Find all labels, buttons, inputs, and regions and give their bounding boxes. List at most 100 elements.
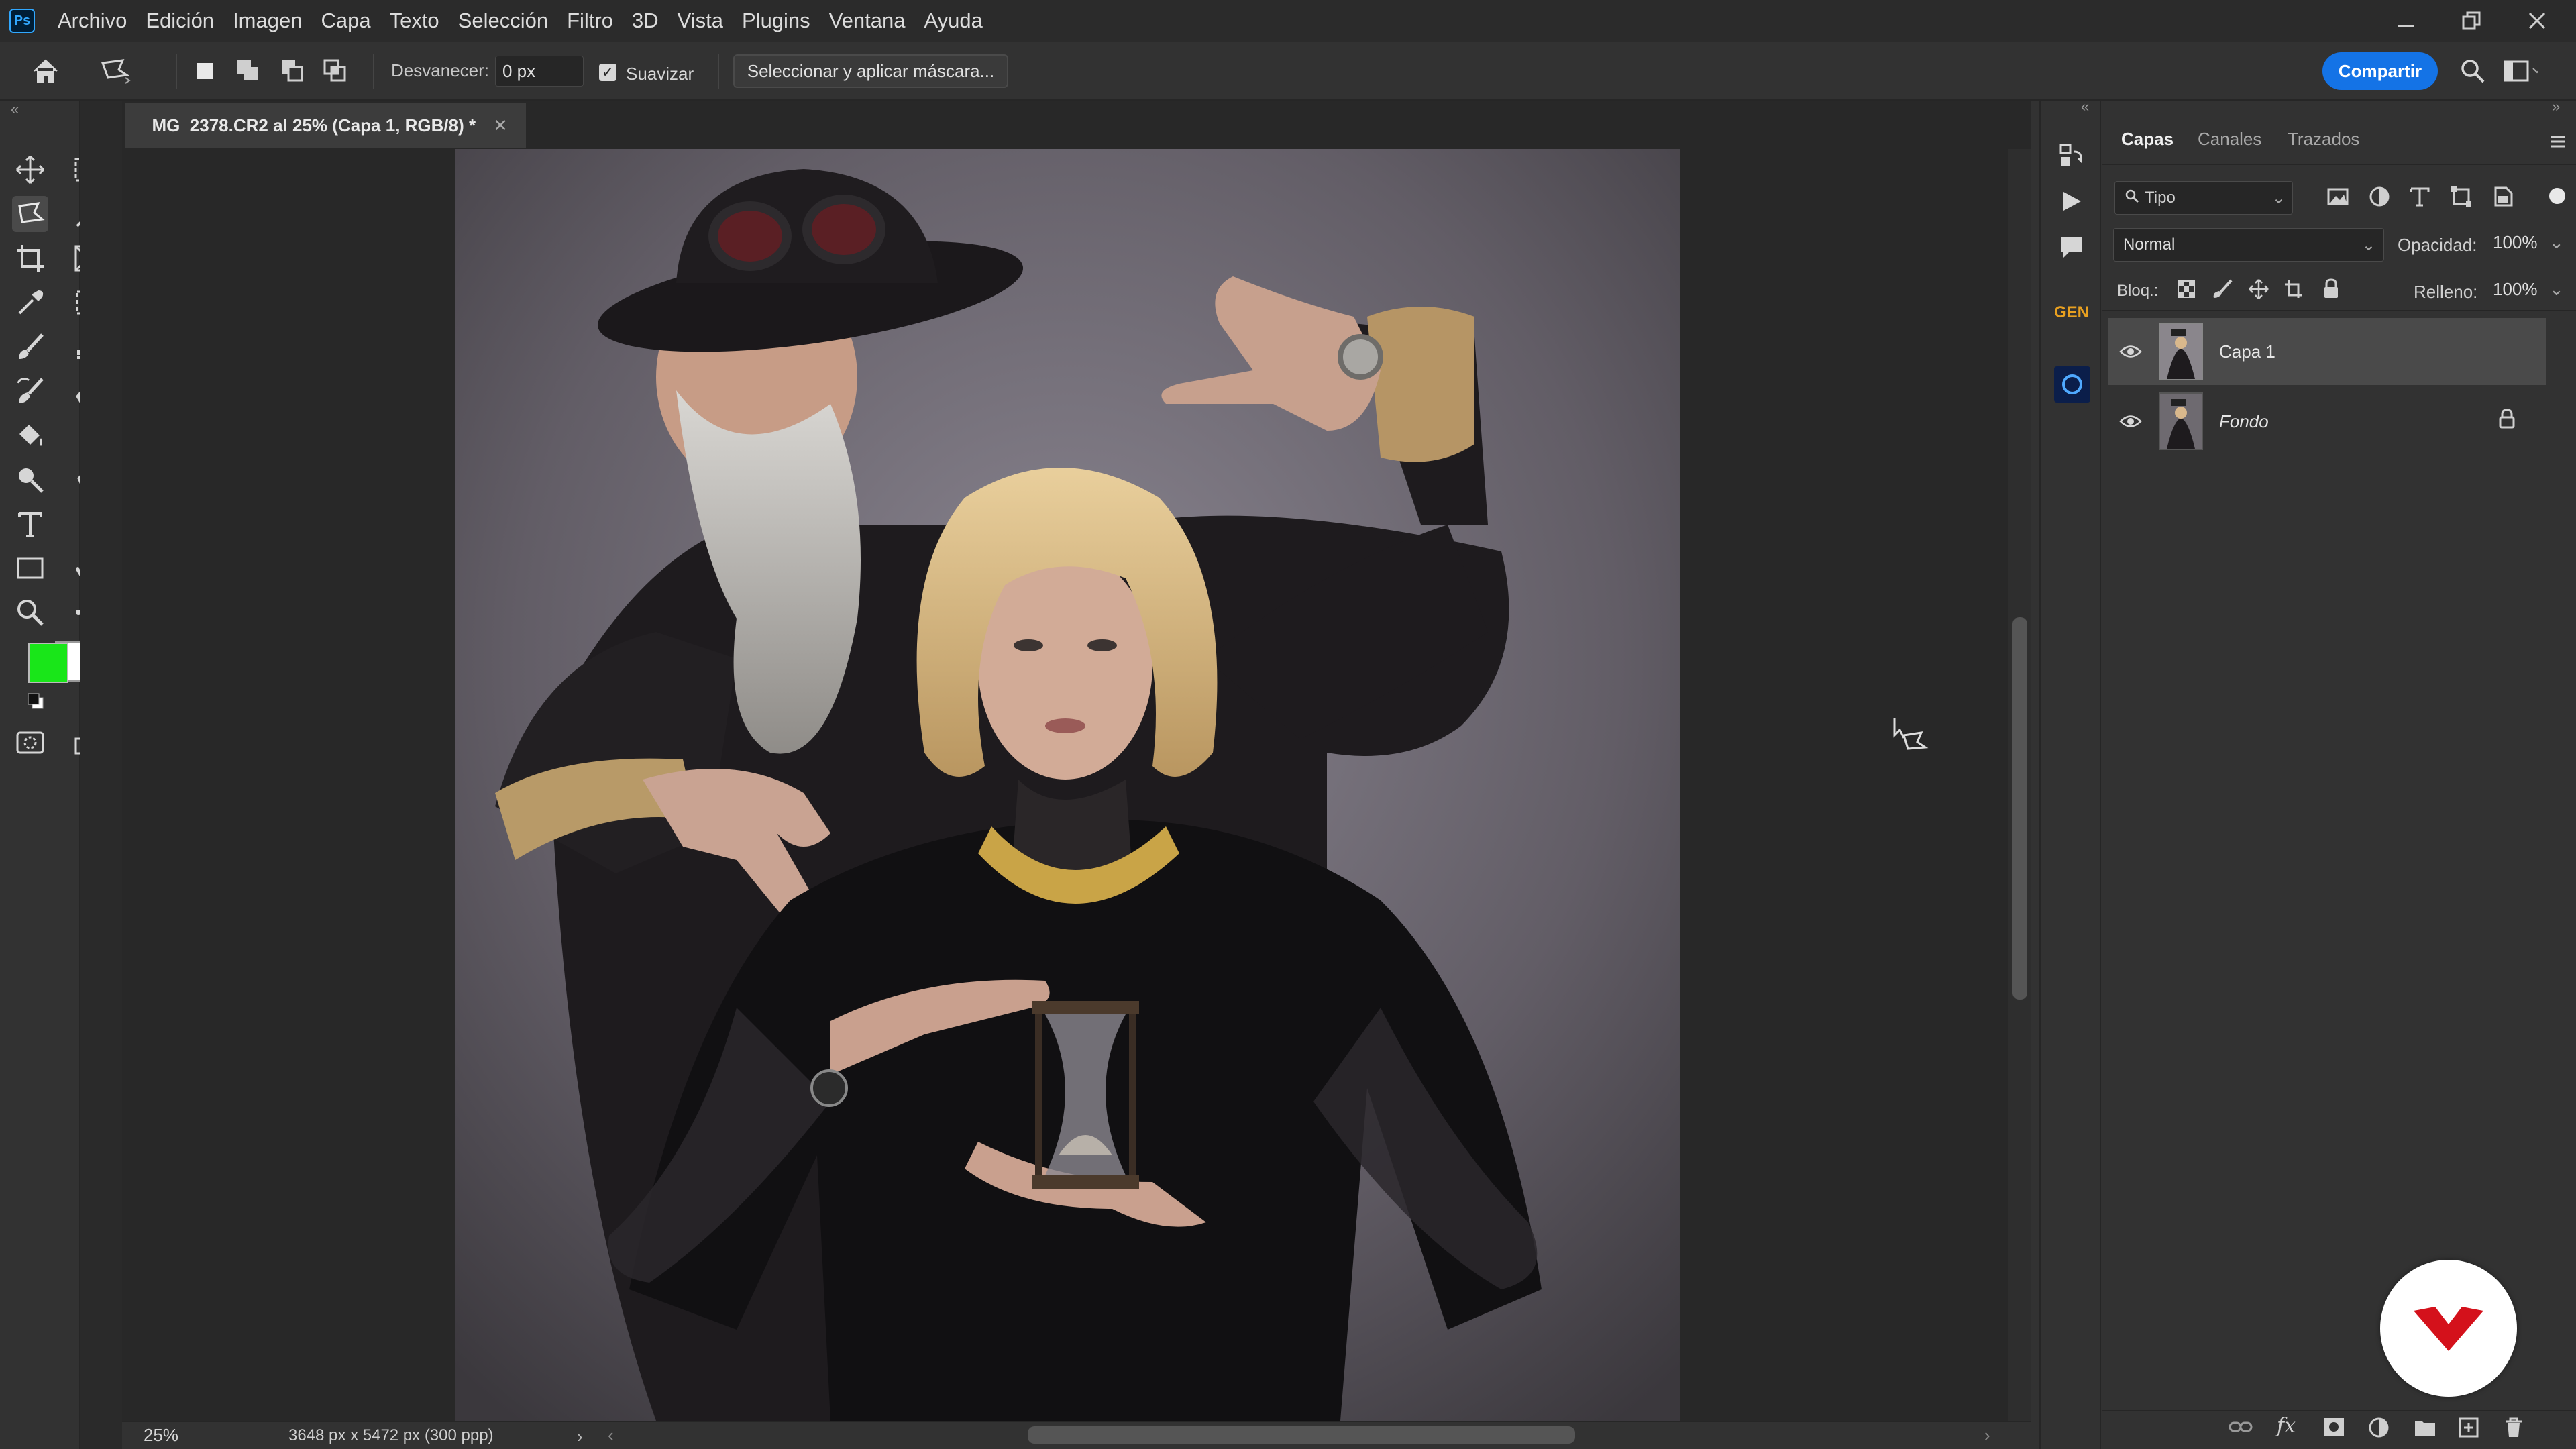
plugin-ring-icon[interactable]: [2054, 366, 2090, 402]
lock-artboard-icon[interactable]: [2284, 279, 2306, 302]
horizontal-scroll-thumb[interactable]: [1028, 1426, 1575, 1444]
menu-bar: Ps Archivo Edición Imagen Capa Texto Sel…: [0, 0, 2576, 42]
blend-mode-select[interactable]: Normal ⌄: [2113, 228, 2384, 262]
panel-menu-icon[interactable]: [2549, 133, 2569, 153]
restore-icon[interactable]: [2459, 9, 2483, 33]
fill-input[interactable]: 100%: [2493, 279, 2538, 300]
menu-plugins[interactable]: Plugins: [742, 0, 820, 42]
close-icon[interactable]: [2525, 9, 2549, 33]
polygonal-lasso-icon[interactable]: [98, 54, 133, 89]
subtract-selection-icon[interactable]: [275, 54, 310, 89]
collapse-panels-icon[interactable]: »: [2552, 98, 2560, 115]
filter-adjustment-icon[interactable]: [2368, 185, 2392, 209]
menu-ayuda[interactable]: Ayuda: [924, 0, 991, 42]
filter-smart-object-icon[interactable]: [2491, 185, 2516, 209]
filter-pixel-icon[interactable]: [2326, 185, 2351, 209]
collapse-icon-column-icon[interactable]: «: [2081, 98, 2089, 115]
vertical-scroll-thumb[interactable]: [2012, 617, 2027, 1000]
actions-play-icon[interactable]: [2055, 185, 2088, 217]
chevron-down-icon: ⌄: [2271, 189, 2286, 207]
antialias-checkbox[interactable]: ✓: [599, 64, 616, 81]
minimize-icon[interactable]: [2394, 9, 2418, 33]
layer-style-fx-icon[interactable]: fx: [2277, 1414, 2296, 1438]
chevron-right-icon[interactable]: ›: [577, 1426, 583, 1447]
foreground-color-swatch[interactable]: [28, 643, 68, 683]
history-panel-icon[interactable]: [2055, 140, 2088, 172]
menu-seleccion[interactable]: Selección: [458, 0, 557, 42]
opacity-label: Opacidad:: [2398, 235, 2477, 255]
close-tab-icon[interactable]: ✕: [493, 115, 508, 136]
lock-pixels-icon[interactable]: [2212, 279, 2235, 302]
history-brush-icon[interactable]: [12, 373, 48, 409]
new-layer-icon[interactable]: [2458, 1417, 2485, 1444]
rectangle-tool-icon[interactable]: [12, 550, 48, 586]
fill-label: Relleno:: [2414, 282, 2478, 302]
layer-row-fondo[interactable]: Fondo: [2108, 388, 2546, 455]
opacity-input[interactable]: 100%: [2493, 232, 2538, 253]
filter-shape-icon[interactable]: [2450, 185, 2474, 209]
select-and-mask-button[interactable]: Seleccionar y aplicar máscara...: [733, 54, 1008, 88]
document-tab[interactable]: _MG_2378.CR2 al 25% (Capa 1, RGB/8) * ✕: [125, 103, 526, 148]
panel-icon-column: GEN: [2039, 101, 2101, 1449]
filter-type-icon[interactable]: [2408, 185, 2432, 209]
eyedropper-icon[interactable]: [12, 284, 48, 321]
link-layers-icon[interactable]: [2229, 1417, 2255, 1444]
brand-watermark-logo: [2380, 1260, 2517, 1397]
type-tool-icon[interactable]: [12, 506, 48, 542]
lock-position-icon[interactable]: [2249, 279, 2271, 302]
paint-bucket-icon[interactable]: [12, 417, 48, 453]
canvas-image[interactable]: [455, 149, 1680, 1421]
home-icon[interactable]: [28, 54, 63, 89]
scroll-right-icon[interactable]: ›: [1984, 1425, 1990, 1446]
add-mask-icon[interactable]: [2322, 1417, 2349, 1444]
zoom-tool-icon[interactable]: [12, 594, 48, 631]
share-button[interactable]: Compartir: [2322, 52, 2438, 90]
tab-capas[interactable]: Capas: [2121, 129, 2174, 150]
tab-canales[interactable]: Canales: [2198, 129, 2261, 150]
intersect-selection-icon[interactable]: [318, 54, 353, 89]
menu-ventana[interactable]: Ventana: [829, 0, 915, 42]
workspace-icon[interactable]: [2504, 54, 2538, 89]
menu-capa[interactable]: Capa: [321, 0, 380, 42]
menu-archivo[interactable]: Archivo: [58, 0, 136, 42]
dodge-tool-icon[interactable]: [12, 462, 48, 498]
feather-input[interactable]: 0 px: [495, 56, 584, 87]
lock-all-icon[interactable]: [2321, 278, 2344, 302]
comments-icon[interactable]: [2055, 231, 2088, 263]
quick-mask-icon[interactable]: [12, 724, 48, 761]
new-selection-icon[interactable]: [188, 54, 223, 89]
filter-toggle-icon[interactable]: [2549, 188, 2565, 204]
menu-imagen[interactable]: Imagen: [233, 0, 311, 42]
lock-label: Bloq.:: [2117, 282, 2159, 300]
lasso-tool-icon[interactable]: [12, 196, 48, 232]
new-adjustment-layer-icon[interactable]: [2368, 1417, 2395, 1444]
eye-icon[interactable]: [2117, 408, 2144, 435]
layer-row-capa-1[interactable]: Capa 1: [2108, 318, 2546, 385]
brush-tool-icon[interactable]: [12, 329, 48, 365]
collapse-toolbar-icon[interactable]: «: [11, 101, 19, 118]
layer-filter-select[interactable]: Tipo ⌄: [2114, 181, 2293, 215]
gen-plugin-icon[interactable]: GEN: [2054, 299, 2089, 326]
document-dimensions: 3648 px x 5472 px (300 ppp): [288, 1426, 494, 1444]
lock-transparency-icon[interactable]: [2176, 279, 2199, 302]
chevron-down-icon[interactable]: ⌄: [2549, 232, 2564, 253]
lasso-cursor-icon: [1890, 715, 1931, 755]
menu-texto[interactable]: Texto: [390, 0, 449, 42]
scroll-left-icon[interactable]: ‹: [608, 1425, 614, 1446]
menu-vista[interactable]: Vista: [678, 0, 733, 42]
menu-3d[interactable]: 3D: [632, 0, 668, 42]
delete-layer-icon[interactable]: [2504, 1417, 2530, 1444]
chevron-down-icon[interactable]: ⌄: [2549, 279, 2564, 300]
search-icon[interactable]: [2455, 54, 2490, 89]
add-selection-icon[interactable]: [231, 54, 266, 89]
crop-tool-icon[interactable]: [12, 240, 48, 276]
zoom-level[interactable]: 25%: [144, 1425, 178, 1446]
toolbar: [0, 101, 102, 1449]
menu-edicion[interactable]: Edición: [146, 0, 223, 42]
move-tool-icon[interactable]: [12, 152, 48, 188]
tab-trazados[interactable]: Trazados: [2288, 129, 2359, 150]
new-group-icon[interactable]: [2414, 1417, 2440, 1444]
default-colors-icon[interactable]: [27, 692, 47, 712]
menu-filtro[interactable]: Filtro: [567, 0, 623, 42]
eye-icon[interactable]: [2117, 338, 2144, 365]
